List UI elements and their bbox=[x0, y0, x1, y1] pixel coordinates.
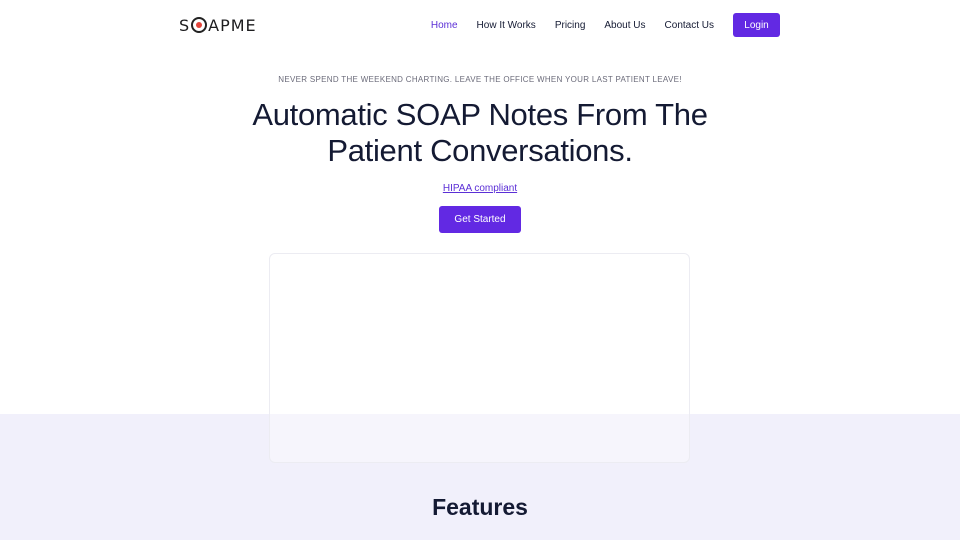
hero-tagline: NEVER SPEND THE WEEKEND CHARTING. LEAVE … bbox=[278, 75, 682, 84]
logo-target-icon bbox=[191, 17, 208, 33]
login-button[interactable]: Login bbox=[733, 13, 780, 37]
get-started-button[interactable]: Get Started bbox=[439, 206, 521, 233]
soapme-logo[interactable]: S APME bbox=[179, 15, 257, 35]
nav-home[interactable]: Home bbox=[431, 20, 458, 31]
hipaa-compliant-link[interactable]: HIPAA compliant bbox=[443, 183, 517, 194]
nav-pricing[interactable]: Pricing bbox=[555, 20, 586, 31]
headline-line-1: Automatic SOAP Notes From The bbox=[252, 97, 708, 132]
site-header: S APME Home How It Works Pricing About U… bbox=[0, 0, 960, 50]
nav-contact-us[interactable]: Contact Us bbox=[665, 20, 714, 31]
logo-text-suffix: APME bbox=[208, 15, 257, 35]
features-heading: Features bbox=[432, 494, 528, 520]
hipaa-compliance-row: HIPAA compliant bbox=[0, 183, 960, 194]
nav-how-it-works[interactable]: How It Works bbox=[477, 20, 536, 31]
hero-headline: Automatic SOAP Notes From The Patient Co… bbox=[0, 97, 960, 169]
main-nav: Home How It Works Pricing About Us Conta… bbox=[431, 13, 780, 37]
headline-line-2: Patient Conversations. bbox=[327, 133, 633, 168]
nav-about-us[interactable]: About Us bbox=[604, 20, 645, 31]
logo-text-prefix: S bbox=[179, 15, 191, 35]
hero-media-placeholder bbox=[269, 253, 690, 463]
